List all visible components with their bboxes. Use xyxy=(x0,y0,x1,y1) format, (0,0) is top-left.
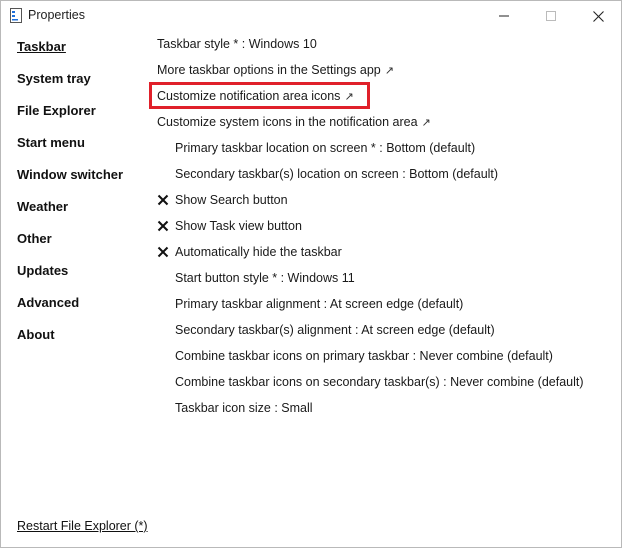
secondary-taskbar-location-option[interactable]: Secondary taskbar(s) location on screen … xyxy=(175,167,498,181)
properties-window: Properties Taskbar System tray File Expl… xyxy=(0,0,622,548)
maximize-icon xyxy=(546,11,556,21)
auto-hide-taskbar-option[interactable]: Automatically hide the taskbar xyxy=(175,245,342,259)
checkmark-icon xyxy=(157,246,169,258)
sidebar-item-start-menu[interactable]: Start menu xyxy=(17,135,85,150)
restart-file-explorer-link[interactable]: Restart File Explorer (*) xyxy=(17,519,148,533)
minimize-button[interactable] xyxy=(481,1,527,31)
taskbar-style-option[interactable]: Taskbar style * : Windows 10 xyxy=(157,37,317,51)
external-link-icon: ↗ xyxy=(421,117,431,129)
checkmark-icon xyxy=(157,194,169,206)
checkmark-icon xyxy=(157,220,169,232)
more-taskbar-options-link[interactable]: More taskbar options in the Settings app… xyxy=(157,63,394,77)
close-icon xyxy=(592,10,604,22)
secondary-taskbar-alignment-option[interactable]: Secondary taskbar(s) alignment : At scre… xyxy=(175,323,495,337)
sidebar-item-taskbar[interactable]: Taskbar xyxy=(17,39,66,54)
maximize-button[interactable] xyxy=(528,1,574,31)
sidebar-item-weather[interactable]: Weather xyxy=(17,199,68,214)
close-button[interactable] xyxy=(575,1,621,31)
title-bar: Properties xyxy=(1,1,621,31)
external-link-icon: ↗ xyxy=(384,65,394,77)
window-title: Properties xyxy=(28,8,85,22)
sidebar-item-about[interactable]: About xyxy=(17,327,55,342)
combine-icons-secondary-option[interactable]: Combine taskbar icons on secondary taskb… xyxy=(175,375,584,389)
app-icon xyxy=(10,8,22,23)
sidebar-item-advanced[interactable]: Advanced xyxy=(17,295,79,310)
start-button-style-option[interactable]: Start button style * : Windows 11 xyxy=(175,271,355,285)
sidebar-item-system-tray[interactable]: System tray xyxy=(17,71,91,86)
sidebar-item-file-explorer[interactable]: File Explorer xyxy=(17,103,96,118)
show-search-button-option[interactable]: Show Search button xyxy=(175,193,288,207)
primary-taskbar-location-option[interactable]: Primary taskbar location on screen * : B… xyxy=(175,141,475,155)
show-task-view-option[interactable]: Show Task view button xyxy=(175,219,302,233)
customize-system-icons-link[interactable]: Customize system icons in the notificati… xyxy=(157,115,431,129)
sidebar-item-other[interactable]: Other xyxy=(17,231,52,246)
primary-taskbar-alignment-option[interactable]: Primary taskbar alignment : At screen ed… xyxy=(175,297,463,311)
combine-icons-primary-option[interactable]: Combine taskbar icons on primary taskbar… xyxy=(175,349,553,363)
customize-system-icons-label: Customize system icons in the notificati… xyxy=(157,115,418,129)
taskbar-icon-size-option[interactable]: Taskbar icon size : Small xyxy=(175,401,313,415)
sidebar-item-updates[interactable]: Updates xyxy=(17,263,68,278)
sidebar-item-window-switcher[interactable]: Window switcher xyxy=(17,167,123,182)
more-taskbar-options-label: More taskbar options in the Settings app xyxy=(157,63,381,77)
highlight-box xyxy=(149,82,370,109)
minimize-icon xyxy=(499,15,509,17)
